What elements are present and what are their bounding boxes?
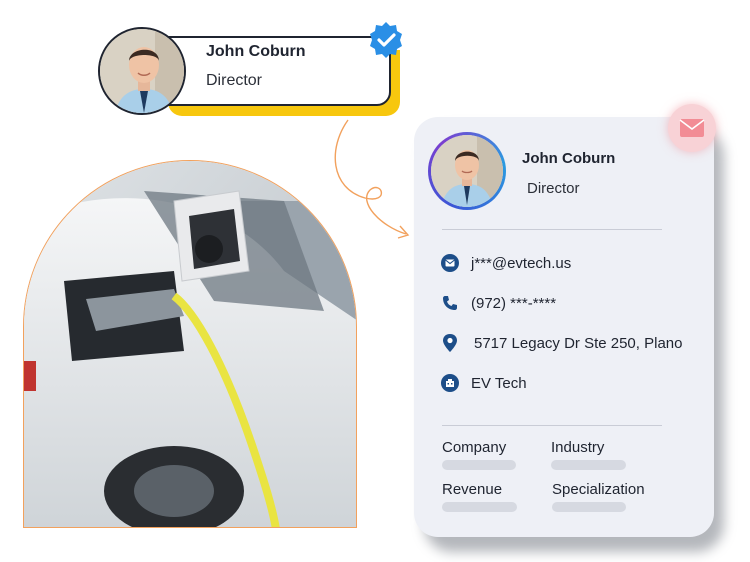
contact-email: j***@evtech.us <box>471 254 572 272</box>
field-specialization-label: Specialization <box>552 481 645 498</box>
phone-icon <box>441 294 459 312</box>
contact-address: 5717 Legacy Dr Ste 250, Plano <box>474 334 683 352</box>
divider <box>442 229 662 230</box>
field-revenue-value <box>442 502 517 512</box>
field-industry-value <box>551 460 626 470</box>
badge-role: Director <box>206 72 263 89</box>
company-icon <box>441 374 459 392</box>
contact-phone: (972) ***-**** <box>471 294 557 312</box>
contact-phone-row[interactable]: (972) ***-**** <box>441 292 556 314</box>
ev-charging-photo <box>23 160 357 528</box>
badge-avatar <box>98 27 186 115</box>
card-avatar <box>428 132 506 210</box>
verified-check-icon <box>366 20 406 60</box>
field-company-label: Company <box>442 439 507 456</box>
card-name: John Coburn <box>522 150 616 167</box>
connector-arrow <box>334 119 410 239</box>
field-specialization-value <box>552 502 626 512</box>
contact-company-row[interactable]: EV Tech <box>441 372 527 394</box>
contact-email-row[interactable]: j***@evtech.us <box>441 252 571 274</box>
field-revenue-label: Revenue <box>442 481 503 498</box>
email-icon <box>441 254 459 272</box>
contact-company: EV Tech <box>471 374 527 392</box>
card-role: Director <box>527 180 580 197</box>
location-pin-icon <box>441 334 459 352</box>
envelope-icon[interactable] <box>668 104 716 152</box>
divider <box>442 425 662 426</box>
contact-address-row[interactable]: 5717 Legacy Dr Ste 250, Plano <box>441 332 682 354</box>
badge-name: John Coburn <box>206 43 306 60</box>
field-industry-label: Industry <box>551 439 605 456</box>
field-company-value <box>442 460 516 470</box>
